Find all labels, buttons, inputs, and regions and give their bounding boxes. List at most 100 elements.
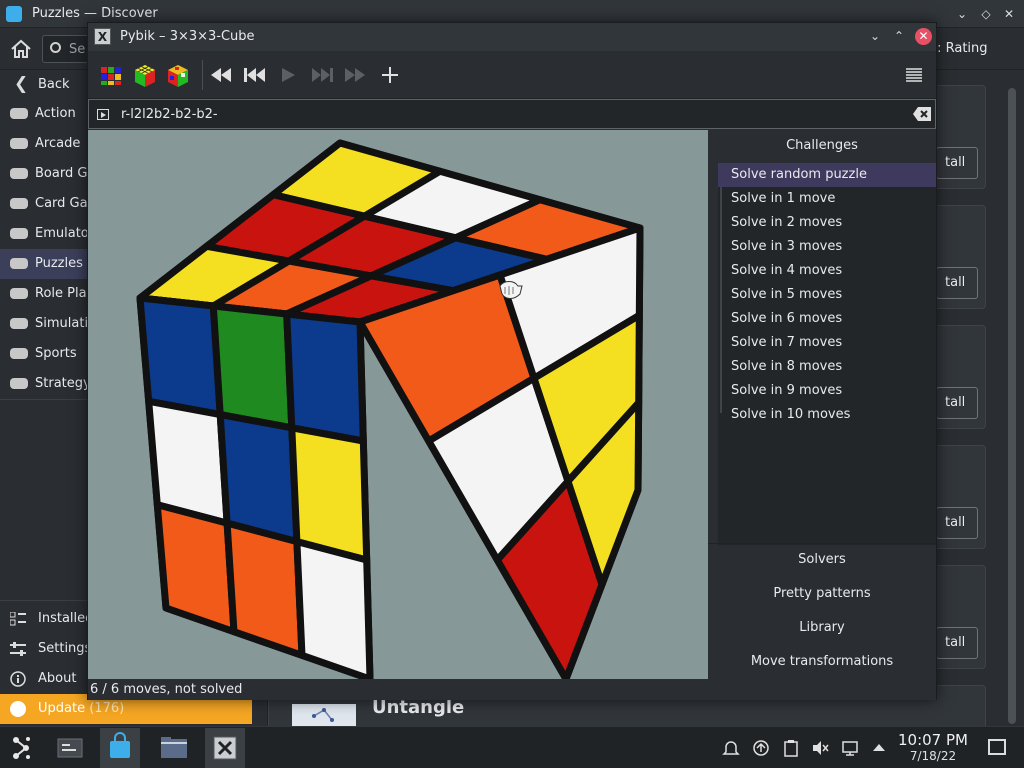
pager-icon[interactable] [50,728,90,768]
folder-icon [161,737,187,758]
install-button-label: tall [945,395,966,410]
move-text[interactable]: r-l2l2b2-b2-b2- [121,107,218,122]
clock-time: 10:07 PM [898,731,968,749]
network-icon[interactable] [841,739,859,757]
clock[interactable]: 10:07 PM 7/18/22 [892,731,974,764]
pybik-window: X Pybik – 3×3×3-Cube ⌄ ⌃ ✕ r-l2l2b2-b2-b… [87,22,937,700]
install-button-label: tall [945,275,966,290]
cube-front-facelet[interactable] [153,501,238,636]
menu-icon[interactable] [900,61,928,89]
sidebar-installed-label: Installed [38,611,94,626]
install-button-label: tall [945,635,966,650]
shopping-bag-icon [110,732,130,758]
challenge-item[interactable]: Solve in 3 moves [718,235,936,259]
pretty-patterns-button[interactable]: Pretty patterns [708,579,936,609]
challenge-label: Solve in 8 moves [731,359,843,374]
scrollbar[interactable] [1008,88,1016,728]
challenge-item[interactable]: Solve in 5 moves [718,283,936,307]
install-button[interactable]: tall [936,267,978,299]
sidebar-item-label: Role Play [35,286,95,301]
add-mark-icon[interactable] [376,61,404,89]
close-icon[interactable]: ✕ [1000,5,1018,23]
installed-icon [10,612,26,626]
cube-front-facelet[interactable] [293,538,374,679]
install-button[interactable]: tall [936,147,978,179]
challenge-item[interactable]: Solve in 2 moves [718,211,936,235]
panel-divider [708,543,936,544]
install-button[interactable]: tall [936,387,978,419]
cube-front-facelet[interactable] [209,302,296,432]
clipboard-icon[interactable] [782,739,800,757]
taskbar-pybik[interactable] [205,728,245,768]
challenge-label: Solve in 3 moves [731,239,843,254]
tray-expand-icon[interactable] [870,739,888,757]
sidebar-item-label: Strategy [35,376,91,391]
challenge-label: Solve in 4 moves [731,263,843,278]
rubiks-cube[interactable] [88,130,708,679]
show-desktop-icon[interactable] [988,739,1006,755]
challenge-item[interactable]: Solve random puzzle [718,163,936,187]
cube-color-icon[interactable] [98,61,126,89]
gamepad-icon [10,168,28,179]
challenge-item[interactable]: Solve in 1 move [718,187,936,211]
cube-front-facelet[interactable] [136,294,224,419]
random-cube-icon[interactable] [164,61,192,89]
maximize-chevron-icon[interactable]: ⌃ [890,27,908,45]
gamepad-icon [10,348,28,359]
volume-muted-icon[interactable] [811,739,829,757]
discover-app-icon [6,6,22,22]
play-moves-icon[interactable] [97,109,109,120]
install-button-label: tall [945,515,966,530]
gamepad-icon [10,228,28,239]
challenge-item[interactable]: Solve in 4 moves [718,259,936,283]
chevron-down-icon[interactable]: ⌄ [953,5,971,23]
new-solved-icon[interactable] [131,61,159,89]
previous-icon[interactable] [241,61,269,89]
status-bar: 6 / 6 moves, not solved [88,679,936,700]
update-tray-icon[interactable] [752,739,770,757]
challenge-item[interactable]: Solve in 8 moves [718,355,936,379]
forward-icon[interactable] [341,61,369,89]
next-icon[interactable] [308,61,336,89]
challenge-item[interactable]: Solve in 10 moves [718,403,936,427]
home-icon[interactable] [8,36,34,62]
challenge-item[interactable]: Solve in 6 moves [718,307,936,331]
install-button-label: tall [945,155,966,170]
update-label-text: Update [38,701,86,716]
scrollbar-thumb[interactable] [1008,88,1016,724]
challenge-label: Solve random puzzle [731,167,867,182]
application-launcher-icon[interactable] [2,728,42,768]
cube-viewport[interactable] [88,130,708,679]
move-edit-field[interactable]: r-l2l2b2-b2-b2- [88,99,936,129]
move-transformations-button[interactable]: Move transformations [708,647,936,677]
pybik-titlebar[interactable]: X Pybik – 3×3×3-Cube ⌄ ⌃ ✕ [88,23,936,51]
challenge-item[interactable]: Solve in 7 moves [718,331,936,355]
solvers-button[interactable]: Solvers [708,545,936,575]
cube-front-facelet[interactable] [283,310,367,445]
update-icon [10,701,26,717]
sidebar-item-label: Card Gar [35,196,93,211]
install-button[interactable]: tall [936,627,978,659]
update-count: (176) [89,701,125,716]
clear-icon[interactable] [913,107,931,121]
install-button[interactable]: tall [936,507,978,539]
gamepad-icon [10,198,28,209]
challenges-header[interactable]: Challenges [708,138,936,153]
gamepad-icon [10,318,28,329]
challenge-label: Solve in 9 moves [731,383,843,398]
notifications-icon[interactable] [722,739,740,757]
challenge-label: Solve in 7 moves [731,335,843,350]
sort-dropdown[interactable]: t: Rating [932,41,988,56]
keep-above-icon[interactable]: ◇ [977,5,995,23]
rewind-icon[interactable] [207,61,235,89]
cube-front-facelet[interactable] [223,519,306,659]
library-button[interactable]: Library [708,613,936,643]
sidebar-item-label: Emulato [35,226,89,241]
challenge-item[interactable]: Solve in 9 moves [718,379,936,403]
taskbar-file-manager[interactable] [154,728,194,768]
close-icon[interactable]: ✕ [915,28,932,45]
taskbar-discover[interactable] [100,728,140,768]
untangle-title[interactable]: Untangle [372,697,464,718]
minimize-chevron-icon[interactable]: ⌄ [866,27,884,45]
play-icon[interactable] [274,61,302,89]
